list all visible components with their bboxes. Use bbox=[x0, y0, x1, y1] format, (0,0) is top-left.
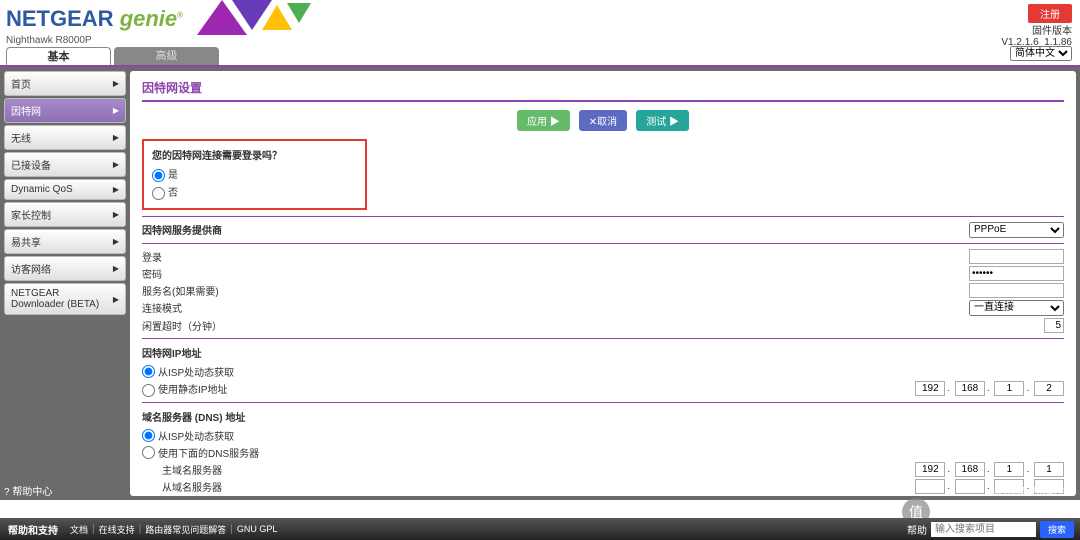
service-input[interactable] bbox=[969, 283, 1064, 298]
brand-logo: NETGEAR genie® bbox=[6, 6, 183, 32]
ip-d[interactable] bbox=[1034, 381, 1064, 396]
content-panel: 因特网设置 应用 ▶ ✕取消 测试 ▶ 您的因特网连接需要登录吗？ 是 否 因特… bbox=[130, 71, 1076, 496]
toggle-help-link[interactable]: 显示/隐藏帮助中心 bbox=[993, 483, 1076, 498]
sidebar-item-home[interactable]: 首页▶ bbox=[4, 71, 126, 96]
footer-link-faq[interactable]: 路由器常见问题解答 bbox=[145, 523, 226, 536]
ip-a[interactable] bbox=[915, 381, 945, 396]
search-button[interactable]: 搜索 bbox=[1040, 521, 1074, 538]
dns-manual-radio[interactable] bbox=[142, 446, 155, 459]
dns2-a[interactable] bbox=[915, 479, 945, 494]
ip-dynamic-radio[interactable] bbox=[142, 365, 155, 378]
sidebar-item-internet[interactable]: 因特网▶ bbox=[4, 98, 126, 123]
help-center-link[interactable]: ? 帮助中心 bbox=[4, 483, 52, 498]
footer-link-docs[interactable]: 文档 bbox=[70, 523, 88, 536]
dns1-b[interactable] bbox=[955, 462, 985, 477]
decor-triangles bbox=[197, 0, 347, 35]
ip-c[interactable] bbox=[994, 381, 1024, 396]
dns1-a[interactable] bbox=[915, 462, 945, 477]
mode-select[interactable]: 一直连接 bbox=[969, 300, 1064, 316]
login-input[interactable] bbox=[969, 249, 1064, 264]
ip-static-radio[interactable] bbox=[142, 384, 155, 397]
test-button[interactable]: 测试 ▶ bbox=[636, 110, 689, 131]
ip-b[interactable] bbox=[955, 381, 985, 396]
model-name: Nighthawk R8000P bbox=[6, 35, 92, 46]
page-title: 因特网设置 bbox=[142, 79, 1064, 96]
footer-link-gpl[interactable]: GNU GPL bbox=[237, 524, 278, 534]
dns1-d[interactable] bbox=[1034, 462, 1064, 477]
footer-assist[interactable]: 帮助 bbox=[907, 522, 927, 537]
footer-bar: 帮助和支持 文档| 在线支持| 路由器常见问题解答| GNU GPL 帮助 搜索 bbox=[0, 518, 1080, 540]
isp-select[interactable]: PPPoE bbox=[969, 222, 1064, 238]
register-button[interactable]: 注册 bbox=[1028, 4, 1072, 23]
login-no-radio[interactable] bbox=[152, 187, 165, 200]
sidebar: 首页▶ 因特网▶ 无线▶ 已接设备▶ Dynamic QoS▶ 家长控制▶ 易共… bbox=[4, 71, 126, 496]
sidebar-item-parental[interactable]: 家长控制▶ bbox=[4, 202, 126, 227]
login-question-box: 您的因特网连接需要登录吗？ 是 否 bbox=[142, 139, 367, 210]
dns2-b[interactable] bbox=[955, 479, 985, 494]
idle-input[interactable] bbox=[1044, 318, 1064, 333]
sidebar-item-devices[interactable]: 已接设备▶ bbox=[4, 152, 126, 177]
apply-button[interactable]: 应用 ▶ bbox=[517, 110, 570, 131]
search-input[interactable] bbox=[931, 522, 1036, 537]
dns1-c[interactable] bbox=[994, 462, 1024, 477]
tab-advanced[interactable]: 高级 bbox=[114, 47, 219, 65]
password-input[interactable] bbox=[969, 266, 1064, 281]
cancel-button[interactable]: ✕取消 bbox=[579, 110, 627, 131]
sidebar-item-downloader[interactable]: NETGEAR Downloader (BETA)▶ bbox=[4, 283, 126, 315]
tab-basic[interactable]: 基本 bbox=[6, 47, 111, 65]
footer-link-online[interactable]: 在线支持 bbox=[99, 523, 135, 536]
sidebar-item-share[interactable]: 易共享▶ bbox=[4, 229, 126, 254]
sidebar-item-qos[interactable]: Dynamic QoS▶ bbox=[4, 179, 126, 200]
login-yes-radio[interactable] bbox=[152, 169, 165, 182]
sidebar-item-guest[interactable]: 访客网络▶ bbox=[4, 256, 126, 281]
language-select[interactable]: 简体中文 bbox=[1010, 46, 1072, 61]
dns-dynamic-radio[interactable] bbox=[142, 429, 155, 442]
firmware-info: 固件版本V1.2.1.6_1.1.86 bbox=[1001, 22, 1072, 48]
sidebar-item-wireless[interactable]: 无线▶ bbox=[4, 125, 126, 150]
